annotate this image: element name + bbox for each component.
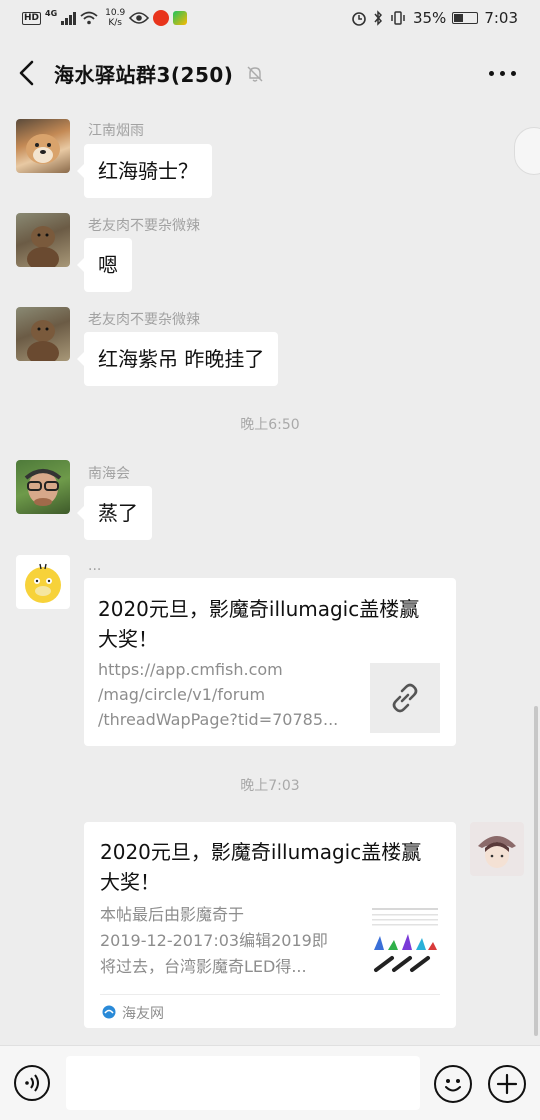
- battery-icon: [452, 12, 479, 24]
- link-url-line: https://app.cmfish.com: [98, 660, 283, 679]
- share-desc-line: 将过去，台湾影魔奇LED得...: [100, 957, 307, 976]
- chat-header: 海水驿站群3(250): [0, 44, 540, 104]
- status-left: HD 4G 10.9 K/s: [22, 8, 188, 28]
- alarm-icon: [352, 12, 366, 26]
- link-url-line: /mag/circle/v1/forum: [98, 685, 266, 704]
- site-logo-icon: [102, 1005, 116, 1019]
- emoji-icon: [445, 1079, 461, 1092]
- avatar[interactable]: [16, 213, 70, 267]
- input-bar: [0, 1045, 540, 1120]
- floating-handle[interactable]: [514, 127, 540, 175]
- battery-percent: 35%: [412, 9, 447, 27]
- voice-button[interactable]: [14, 1065, 50, 1101]
- vibrate-icon: [391, 11, 405, 25]
- sender-name: ...: [88, 558, 102, 574]
- bluetooth-icon: [374, 10, 382, 26]
- chat-title: 海水驿站群3(250): [54, 63, 234, 87]
- message-input[interactable]: [66, 1056, 420, 1110]
- timestamp: 晚上7:03: [240, 778, 300, 794]
- wifi-icon: [80, 11, 98, 25]
- speed-unit: K/s: [108, 18, 122, 28]
- message-bubble[interactable]: 蒸了: [77, 486, 152, 540]
- sender-name: 老友肉不要杂微辣: [88, 218, 200, 234]
- link-message-card[interactable]: 2020元旦，影魔奇illumagic盖楼赢大奖！ https://app.cm…: [84, 578, 456, 746]
- status-right: 35% 7:03: [351, 9, 518, 27]
- share-desc-line: 2019-12-2017:03编辑2019即: [100, 931, 328, 950]
- message-bubble[interactable]: 红海紫吊 昨晚挂了: [76, 332, 279, 386]
- share-source: 海友网: [122, 1006, 164, 1022]
- more-icon[interactable]: [489, 71, 516, 76]
- share-desc-line: 本帖最后由影魔奇于: [100, 905, 245, 924]
- network-speed: 10.9 K/s: [105, 8, 125, 28]
- back-arrow-icon[interactable]: [14, 58, 40, 88]
- speed-value: 10.9: [105, 8, 126, 18]
- weibo-icon: [153, 10, 170, 26]
- clock: 7:03: [484, 9, 518, 27]
- message-bubble[interactable]: 红海骑士？: [77, 144, 212, 198]
- timestamp: 晚上6:50: [240, 417, 300, 433]
- plus-button[interactable]: [488, 1065, 526, 1103]
- avatar[interactable]: [16, 307, 70, 361]
- sender-name: 老友肉不要杂微辣: [88, 312, 200, 328]
- signal-icon: [61, 11, 77, 25]
- share-card[interactable]: 2020元旦，影魔奇illumagic盖楼赢大奖！ 本帖最后由影魔奇于 2019…: [84, 822, 456, 1028]
- mute-bell-icon: [247, 66, 263, 82]
- sender-name: 南海会: [88, 466, 130, 482]
- share-divider: [100, 994, 440, 995]
- status-bar: HD 4G 10.9 K/s 35% 7:03: [0, 0, 540, 42]
- emoji-button[interactable]: [434, 1065, 472, 1103]
- plus-icon: [496, 1073, 518, 1095]
- sender-name: 江南烟雨: [88, 123, 144, 139]
- link-thumbnail: [370, 663, 440, 733]
- scrollbar[interactable]: [534, 706, 538, 1036]
- link-icon: [392, 683, 418, 713]
- video-app-icon: [173, 11, 188, 25]
- share-thumbnail: [370, 906, 440, 976]
- share-title: 2020元旦，影魔奇illumagic盖楼赢大奖！: [100, 840, 422, 894]
- voice-icon: [25, 1074, 39, 1092]
- avatar[interactable]: [16, 460, 70, 514]
- my-avatar[interactable]: [470, 822, 524, 876]
- eye-icon: [129, 12, 150, 24]
- network-type: 4G: [45, 8, 58, 18]
- message-bubble[interactable]: 嗯: [77, 238, 132, 292]
- link-url-line: /threadWapPage?tid=70785...: [98, 710, 339, 729]
- hd-badge: HD: [22, 11, 42, 25]
- link-title: 2020元旦，影魔奇illumagic盖楼赢大奖！: [98, 597, 420, 651]
- avatar[interactable]: [16, 119, 70, 173]
- avatar[interactable]: [16, 555, 70, 609]
